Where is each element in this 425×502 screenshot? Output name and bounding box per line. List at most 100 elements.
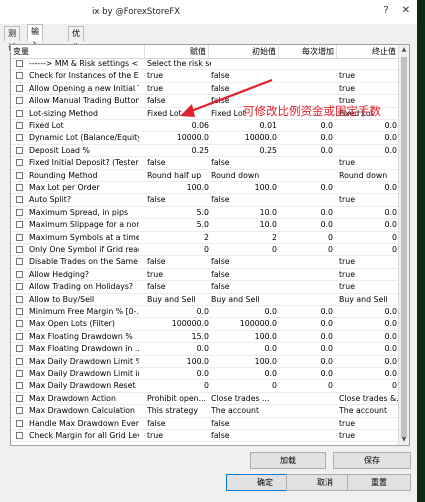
param-stop[interactable]: 0.0 xyxy=(337,306,399,318)
param-start[interactable]: false xyxy=(209,281,279,293)
row-checkbox[interactable] xyxy=(16,295,23,303)
param-step[interactable]: 0 xyxy=(281,244,335,256)
param-value[interactable]: Select the risk settings xyxy=(145,58,211,70)
param-value[interactable]: Round half up xyxy=(145,170,211,182)
param-step[interactable]: 0.0 xyxy=(281,132,335,144)
param-step[interactable]: 0.0 xyxy=(281,331,335,343)
row-checkbox[interactable] xyxy=(16,184,23,191)
row-checkbox[interactable] xyxy=(16,208,23,216)
param-start[interactable]: false xyxy=(209,194,279,206)
param-start[interactable]: false xyxy=(209,269,279,281)
param-stop[interactable]: true xyxy=(337,269,399,281)
param-value[interactable]: 5.0 xyxy=(145,219,211,231)
param-step[interactable]: 0.0 xyxy=(281,182,335,194)
param-start[interactable]: 0.25 xyxy=(209,145,279,157)
param-step[interactable] xyxy=(281,58,335,70)
param-step[interactable]: 0.0 xyxy=(281,343,335,355)
param-stop[interactable]: true xyxy=(337,430,399,442)
row-checkbox[interactable] xyxy=(16,394,23,402)
param-stop[interactable]: 0.0 xyxy=(337,219,399,231)
param-value[interactable]: 2 xyxy=(145,232,211,244)
tab-optimization[interactable]: 优化 xyxy=(68,26,84,52)
vertical-scrollbar[interactable]: ▲ ▼ xyxy=(398,45,409,445)
save-button[interactable]: 保存 xyxy=(333,452,411,469)
table-row[interactable]: Check for Instances of the EA true false tr… xyxy=(11,70,399,83)
param-value[interactable]: This strategy xyxy=(145,405,211,417)
table-row[interactable]: Allow to Buy/Sell Buy and Sell Buy and Sel… xyxy=(11,294,399,306)
param-step[interactable] xyxy=(281,269,335,281)
param-start[interactable]: 100.0 xyxy=(209,331,279,343)
param-step[interactable]: 0 xyxy=(281,380,335,392)
param-start[interactable]: 0.0 xyxy=(209,306,279,318)
param-step[interactable] xyxy=(281,170,335,182)
table-row[interactable]: ------> MM & Risk settings <... Select th… xyxy=(11,58,399,71)
param-start[interactable]: Buy and Sell xyxy=(209,294,279,306)
param-step[interactable]: 0 xyxy=(281,232,335,244)
param-value[interactable]: 0.0 xyxy=(145,368,211,380)
table-row[interactable]: Maximum Spread, in pips 5.0 10.0 0.0 0.0 xyxy=(11,207,399,220)
row-checkbox[interactable] xyxy=(16,382,23,390)
param-stop[interactable]: 0.0 xyxy=(337,331,399,343)
param-value[interactable]: true xyxy=(145,430,211,442)
table-row[interactable]: Max Floating Drawdown in ... 0.0 0.0 0.0 0.0 xyxy=(11,343,399,356)
param-start[interactable]: 10.0 xyxy=(209,219,279,231)
scroll-up-icon[interactable]: ▲ xyxy=(399,45,409,55)
param-step[interactable]: 0.0 xyxy=(281,368,335,380)
reset-button[interactable]: 重置 xyxy=(347,474,411,491)
table-row[interactable]: Max Lot per Order 100.0 100.0 0.0 0.0 xyxy=(11,182,399,195)
param-value[interactable]: 5.0 xyxy=(145,207,211,219)
param-stop[interactable]: 0 xyxy=(337,232,399,244)
row-checkbox[interactable] xyxy=(16,159,23,167)
param-start[interactable]: Close trades ... xyxy=(209,393,279,405)
param-stop[interactable]: 0.0 xyxy=(337,368,399,380)
param-step[interactable] xyxy=(281,281,335,293)
param-step[interactable]: 0.0 xyxy=(281,120,335,132)
row-checkbox[interactable] xyxy=(16,109,23,117)
table-row[interactable]: Rounding Method Round half up Round down Ro… xyxy=(11,170,399,182)
row-checkbox[interactable] xyxy=(16,134,23,142)
param-start[interactable]: Round down xyxy=(209,170,279,182)
table-row[interactable]: Check Margin for all Grid Lev... true fals… xyxy=(11,430,399,443)
param-step[interactable]: 0.0 xyxy=(281,318,335,330)
param-value[interactable]: 100000.0 xyxy=(145,318,211,330)
row-checkbox[interactable] xyxy=(16,332,23,340)
table-row[interactable]: Max Daily Drawdown Limit in... 0.0 0.0 0.0 0… xyxy=(11,368,399,381)
row-checkbox[interactable] xyxy=(16,221,23,229)
table-row[interactable]: Handle Max Drawdown Even... false false tru… xyxy=(11,418,399,430)
param-start[interactable]: false xyxy=(209,70,279,82)
column-header-value[interactable]: 赋值 xyxy=(145,45,209,58)
param-step[interactable] xyxy=(281,294,335,306)
row-checkbox[interactable] xyxy=(16,246,23,253)
param-stop[interactable]: true xyxy=(337,418,399,430)
param-stop[interactable]: The account xyxy=(337,405,399,417)
param-start[interactable]: false xyxy=(209,256,279,268)
table-row[interactable]: Fixed Initial Deposit? (Tester ... false f… xyxy=(11,157,399,170)
row-checkbox[interactable] xyxy=(16,84,23,92)
param-start[interactable]: 10.0 xyxy=(209,207,279,219)
param-step[interactable] xyxy=(281,430,335,442)
param-step[interactable]: 0.0 xyxy=(281,356,335,368)
row-checkbox[interactable] xyxy=(16,357,23,365)
row-checkbox[interactable] xyxy=(16,432,23,439)
table-row[interactable]: Allow Hedging? true false true xyxy=(11,269,399,282)
param-stop[interactable] xyxy=(337,58,399,70)
param-start[interactable]: 0.0 xyxy=(209,343,279,355)
param-stop[interactable]: Buy and Sell xyxy=(337,294,399,306)
param-value[interactable]: true xyxy=(145,70,211,82)
param-stop[interactable]: true xyxy=(337,157,399,169)
param-step[interactable] xyxy=(281,70,335,82)
param-value[interactable]: false xyxy=(145,194,211,206)
table-row[interactable]: Max Daily Drawdown Reset ... 0 0 0 0 xyxy=(11,380,399,393)
param-stop[interactable]: 0.0 xyxy=(337,356,399,368)
param-stop[interactable]: true xyxy=(337,256,399,268)
param-value[interactable]: 0 xyxy=(145,380,211,392)
param-value[interactable]: false xyxy=(145,256,211,268)
param-value[interactable]: true xyxy=(145,83,211,95)
param-start[interactable]: 0 xyxy=(209,380,279,392)
table-row[interactable]: Max Drawdown Calculation This strategy The… xyxy=(11,405,399,418)
tab-test[interactable]: 测试 xyxy=(4,26,20,52)
param-value[interactable]: 100.0 xyxy=(145,356,211,368)
param-step[interactable] xyxy=(281,256,335,268)
row-checkbox[interactable] xyxy=(16,283,23,291)
param-value[interactable]: 0.06 xyxy=(145,120,211,132)
